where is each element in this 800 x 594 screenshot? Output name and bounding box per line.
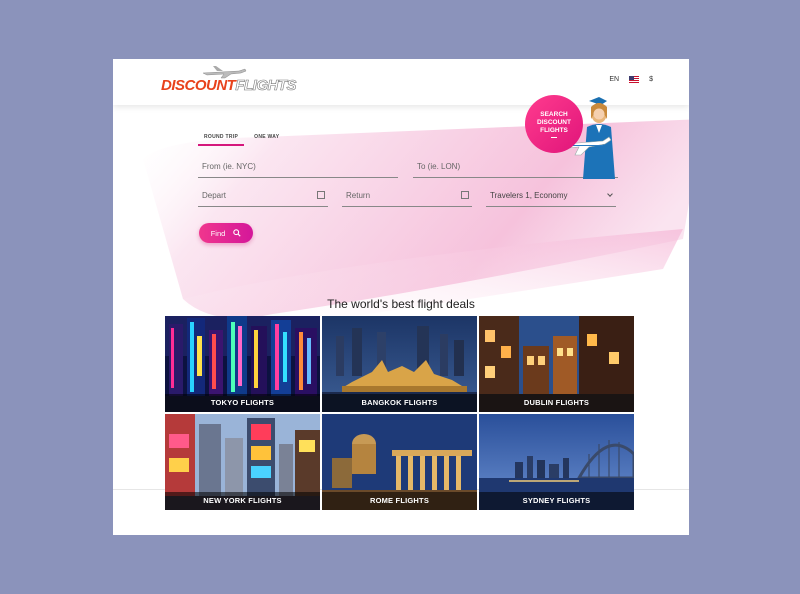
tab-one-way[interactable]: ONE WAY <box>254 134 279 146</box>
promo-line-1: SEARCH <box>540 110 568 118</box>
return-placeholder: Return <box>346 191 371 200</box>
chevron-down-icon <box>607 191 613 197</box>
deal-label: SYDNEY FLIGHTS <box>479 492 634 510</box>
depart-placeholder: Depart <box>202 191 227 200</box>
promo-line-3: FLIGHTS <box>540 126 568 134</box>
deal-label: ROME FLIGHTS <box>322 492 477 510</box>
deals-section-title: The world's best flight deals <box>327 297 475 311</box>
deal-tile-new-york[interactable]: NEW YORK FLIGHTS <box>165 414 320 510</box>
calendar-icon[interactable] <box>461 191 469 199</box>
deal-tile-bangkok[interactable]: BANGKOK FLIGHTS <box>322 316 477 412</box>
travelers-select[interactable]: Travelers 1, Economy <box>486 191 616 207</box>
deal-label: DUBLIN FLIGHTS <box>479 394 634 412</box>
deal-tile-tokyo[interactable]: TOKYO FLIGHTS <box>165 316 320 412</box>
website-card: DISCOUNTFLIGHTS EN $ ROUND TRIP ONE WAY … <box>113 59 689 535</box>
deal-tile-rome[interactable]: ROME FLIGHTS <box>322 414 477 510</box>
from-field[interactable]: From (ie. NYC) <box>198 162 398 178</box>
return-date-field[interactable]: Return <box>342 191 472 207</box>
deal-tile-dublin[interactable]: DUBLIN FLIGHTS <box>479 316 634 412</box>
promo-line-2: DISCOUNT <box>537 118 571 126</box>
search-icon <box>233 229 241 237</box>
logo-text-discount: DISCOUNT <box>161 77 236 94</box>
deal-tile-sydney[interactable]: SYDNEY FLIGHTS <box>479 414 634 510</box>
language-selector[interactable]: EN <box>609 76 619 83</box>
currency-selector[interactable]: $ <box>649 76 653 83</box>
travelers-value: Travelers 1, Economy <box>490 191 568 200</box>
deal-label: TOKYO FLIGHTS <box>165 394 320 412</box>
arrow-icon <box>551 136 557 138</box>
find-button[interactable]: Find <box>199 223 253 243</box>
search-discount-flights-badge[interactable]: SEARCH DISCOUNT FLIGHTS <box>525 95 583 153</box>
calendar-icon[interactable] <box>317 191 325 199</box>
to-placeholder: To (ie. LON) <box>417 162 461 171</box>
us-flag-icon[interactable] <box>629 76 640 83</box>
tab-round-trip[interactable]: ROUND TRIP <box>198 134 245 146</box>
from-placeholder: From (ie. NYC) <box>202 162 256 171</box>
deal-label: BANGKOK FLIGHTS <box>322 394 477 412</box>
site-logo[interactable]: DISCOUNTFLIGHTS <box>161 77 297 95</box>
find-label: Find <box>210 228 226 238</box>
deal-label: NEW YORK FLIGHTS <box>165 492 320 510</box>
logo-text-flights: FLIGHTS <box>235 77 297 95</box>
flight-deals-grid: TOKYO FLIGHTS BANGKOK FLIGHTS DUBLIN FLI… <box>165 316 634 512</box>
header-controls: EN $ <box>609 76 653 83</box>
depart-date-field[interactable]: Depart <box>198 191 328 207</box>
